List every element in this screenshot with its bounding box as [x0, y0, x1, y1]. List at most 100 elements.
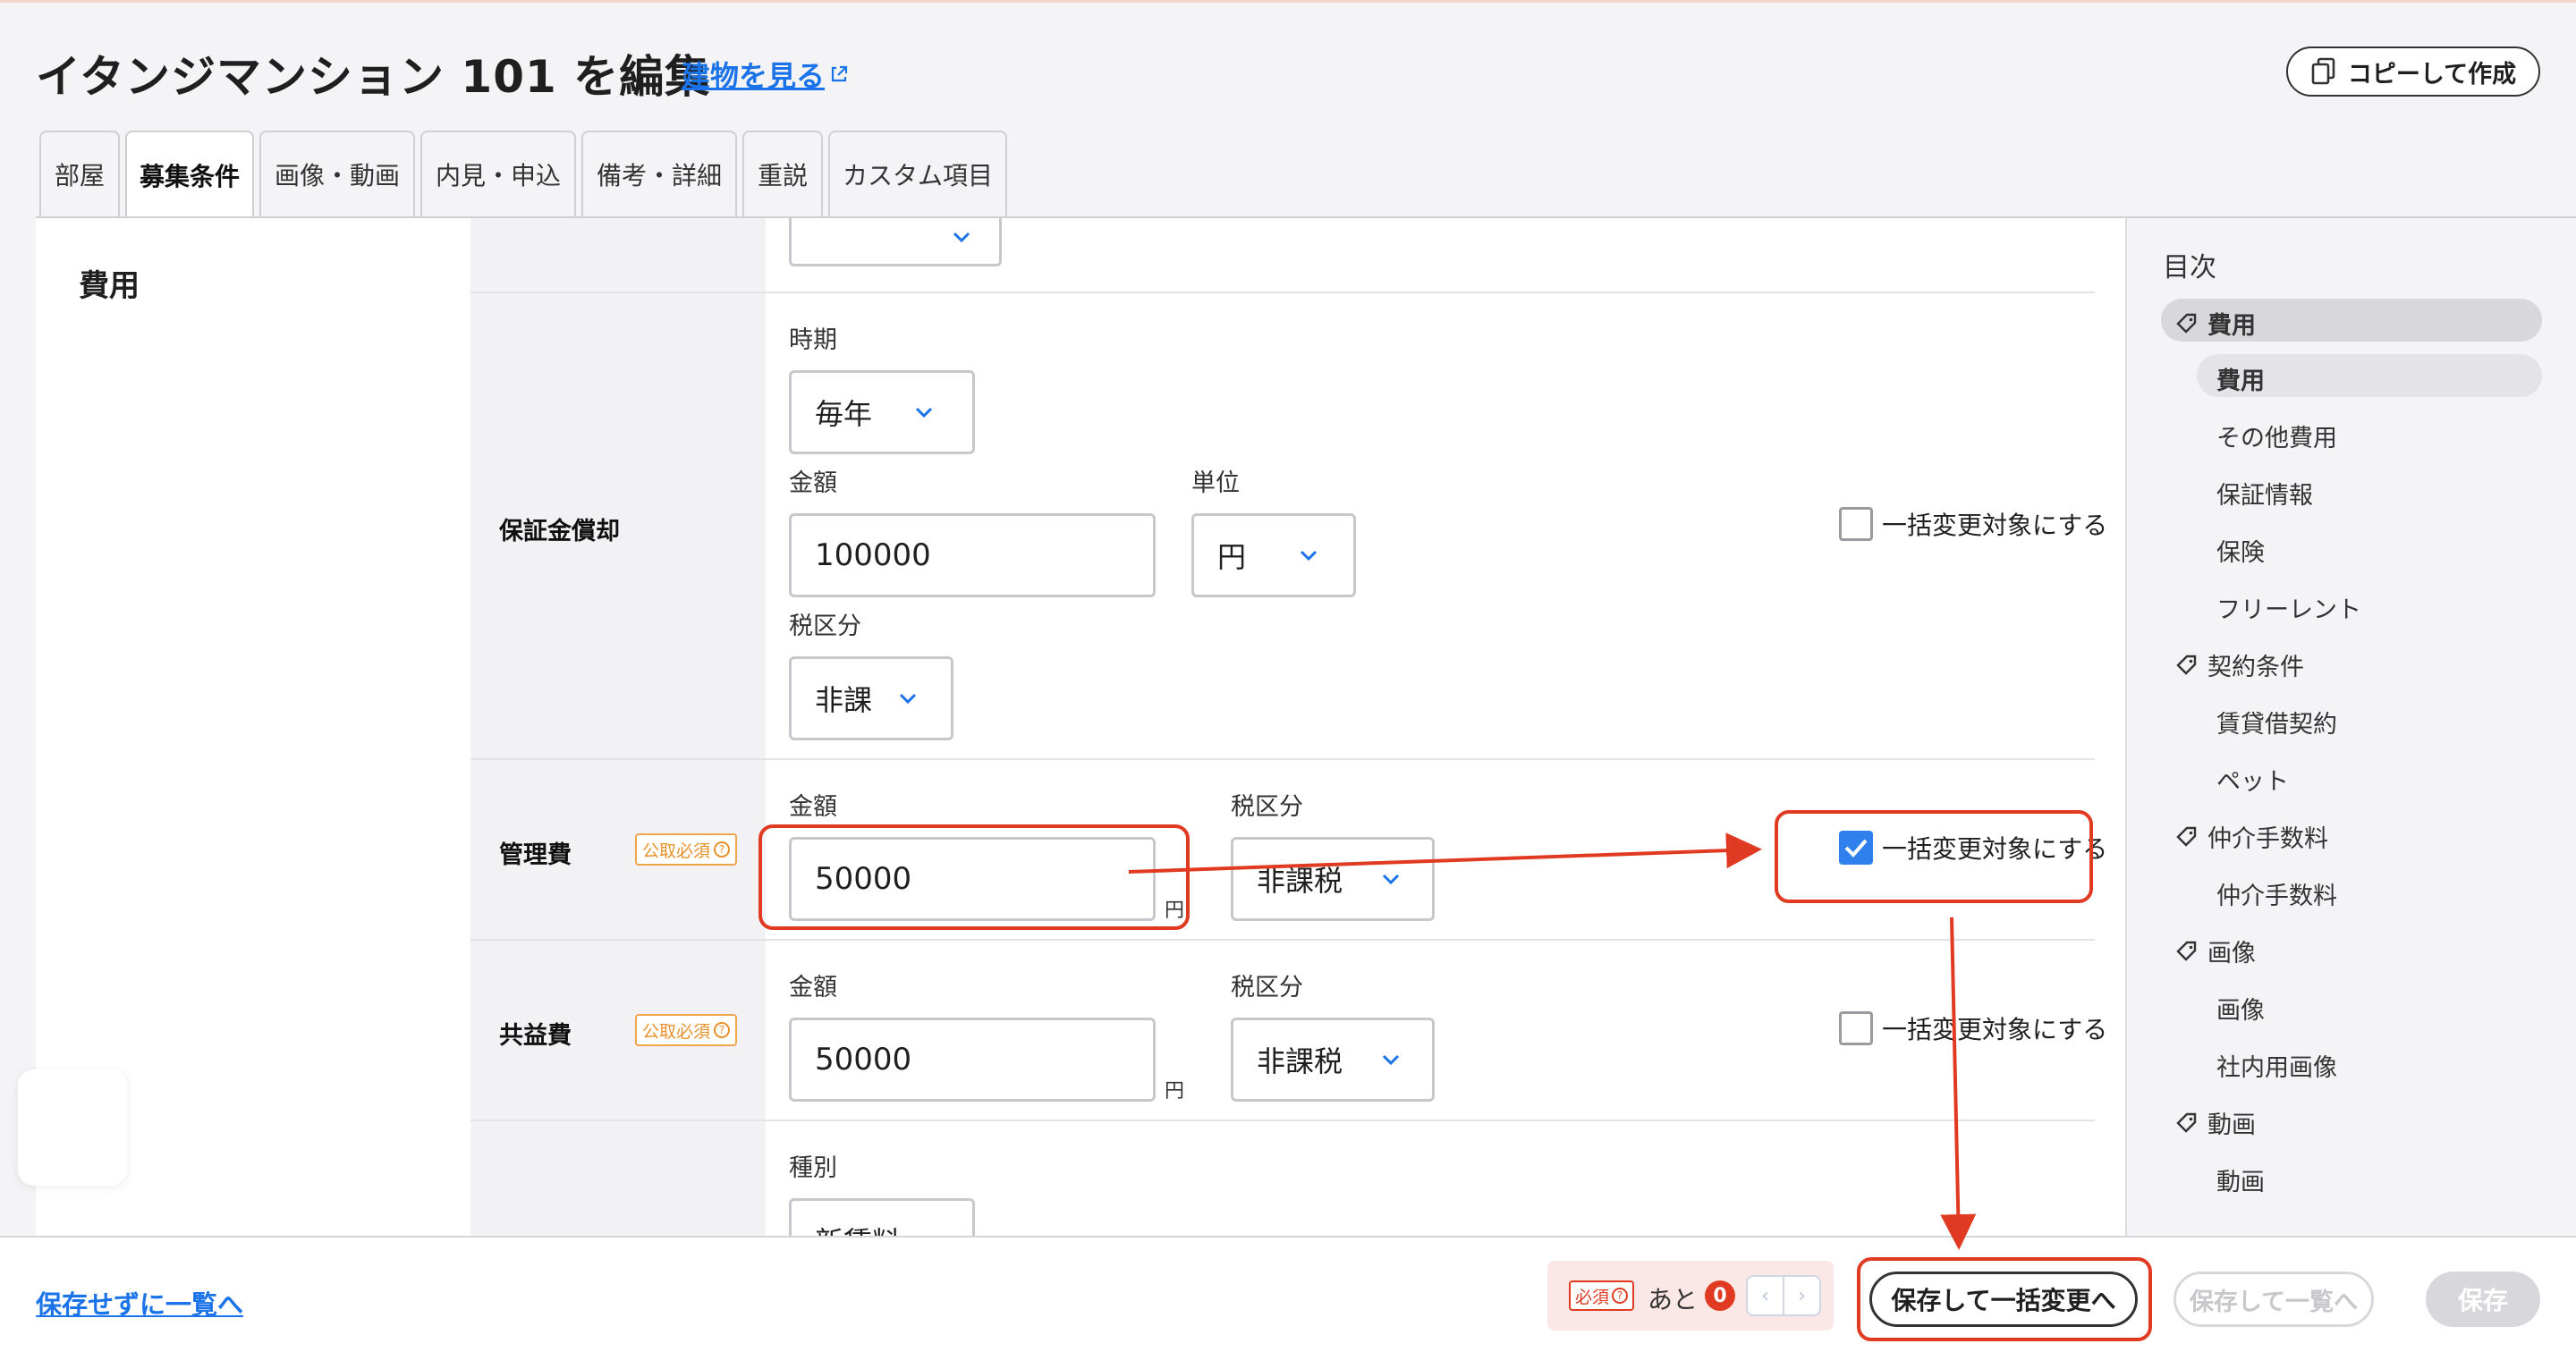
unit-select[interactable]: 円: [1191, 513, 1356, 597]
tag-icon: [2176, 313, 2197, 334]
chevron-down-icon: [1382, 1054, 1400, 1065]
copy-create-button[interactable]: コピーして作成: [2286, 46, 2540, 97]
required-badge: 必須 ?: [1569, 1280, 1635, 1311]
save-and-list-button[interactable]: 保存して一覧へ: [2174, 1272, 2374, 1327]
row-divider: [470, 292, 2095, 293]
common-fee-tax-value: 非課税: [1257, 1044, 1343, 1078]
help-icon[interactable]: ?: [714, 1022, 731, 1038]
toc-item-internal-images[interactable]: 社内用画像: [2216, 1048, 2337, 1083]
deposit-tax-value: 非課: [815, 683, 873, 717]
toc-item-videos[interactable]: 動画: [2216, 1162, 2265, 1197]
cut-off-select[interactable]: [789, 218, 1002, 266]
table-of-contents: 目次 費用 費用 その他費用 保証情報 保険 フリーレント 契約条件 賃貸借契約…: [2125, 216, 2576, 1236]
form-panel: 費用 保証金償却 時期 毎年 金額 100000 単位 円 税区分 非課 一括変…: [36, 216, 2125, 1236]
tab-bar: 部屋 募集条件 画像・動画 内見・申込 備考・詳細 重説 カスタム項目: [39, 131, 1007, 218]
amount-label: 金額: [789, 469, 837, 497]
period-value: 毎年: [815, 397, 873, 431]
chevron-down-icon: [915, 407, 933, 418]
bulk-label: 一括変更対象にする: [1882, 1015, 2108, 1044]
tab-images-videos[interactable]: 画像・動画: [259, 131, 415, 216]
type-select[interactable]: 新賃料: [789, 1198, 975, 1236]
required-badge: 公取必須 ?: [635, 833, 738, 866]
toc-label: 費用: [2207, 312, 2256, 340]
toc-item-brokerage[interactable]: 仲介手数料: [2216, 876, 2337, 911]
toc-item-insurance[interactable]: 保険: [2216, 533, 2265, 568]
view-building-link-label: 建物を見る: [682, 59, 826, 93]
external-link-icon: [831, 65, 848, 82]
copy-create-label: コピーして作成: [2347, 60, 2517, 89]
toc-item-other-fees[interactable]: その他費用: [2216, 418, 2337, 453]
deposit-bulk-checkbox[interactable]: 一括変更対象にする: [1839, 506, 2107, 542]
tag-icon: [2176, 655, 2197, 675]
chevron-down-icon: [1382, 874, 1400, 884]
deposit-amortization-amount-input[interactable]: 100000: [789, 513, 1156, 597]
tab-viewing-application[interactable]: 内見・申込: [420, 131, 576, 216]
deposit-tax-select[interactable]: 非課: [789, 656, 953, 740]
amount-label: 金額: [789, 974, 837, 1001]
toc-item-lease[interactable]: 賃貸借契約: [2216, 705, 2337, 739]
period-select[interactable]: 毎年: [789, 370, 975, 454]
save-button[interactable]: 保存: [2426, 1272, 2540, 1327]
required-counter: 必須 ? あと 0 ‹ ›: [1547, 1261, 1834, 1331]
common-fee-bulk-checkbox[interactable]: 一括変更対象にする: [1839, 1010, 2107, 1046]
tax-category-label: 税区分: [1231, 793, 1303, 821]
common-fee-label: 共益費: [499, 1022, 572, 1050]
tab-recruitment-conditions[interactable]: 募集条件: [125, 131, 254, 218]
toc-item-pets[interactable]: ペット: [2216, 762, 2289, 797]
unit-value: 円: [1217, 540, 1247, 574]
toc-item-images[interactable]: 画像: [2216, 991, 2265, 1026]
remaining-count: 0: [1705, 1280, 1735, 1311]
remaining-label: あと: [1648, 1285, 1699, 1314]
tab-custom-items[interactable]: カスタム項目: [828, 131, 1007, 216]
toc-item-guarantee[interactable]: 保証情報: [2216, 476, 2313, 511]
management-fee-tax-select[interactable]: 非課税: [1231, 837, 1435, 921]
toc-section-videos[interactable]: 動画: [2175, 1105, 2256, 1140]
toc-item-free-rent[interactable]: フリーレント: [2216, 590, 2361, 625]
toc-item-fees[interactable]: 費用: [2216, 361, 2265, 396]
page-header: イタンジマンション 101 を編集 建物を見る コピーして作成: [0, 0, 2576, 134]
view-building-link[interactable]: 建物を見る: [682, 54, 850, 95]
highlight-amount: [758, 824, 1190, 930]
tax-category-label: 税区分: [1231, 974, 1303, 1001]
toc-section-brokerage[interactable]: 仲介手数料: [2175, 819, 2328, 854]
required-badge-label: 必須: [1575, 1287, 1610, 1307]
tax-category-label: 税区分: [789, 613, 861, 640]
row-divider: [470, 939, 2095, 941]
prev-required-button[interactable]: ‹: [1748, 1277, 1783, 1314]
common-fee-tax-select[interactable]: 非課税: [1231, 1018, 1435, 1102]
amount-label: 金額: [789, 793, 837, 821]
help-icon[interactable]: ?: [714, 841, 731, 858]
toc-section-contract[interactable]: 契約条件: [2175, 647, 2304, 682]
highlight-checkbox: [1775, 810, 2093, 903]
next-required-button[interactable]: ›: [1783, 1277, 1819, 1314]
help-icon[interactable]: ?: [1612, 1288, 1629, 1304]
checkbox-unchecked[interactable]: [1839, 507, 1873, 541]
tag-icon: [2176, 941, 2197, 961]
chevron-down-icon: [1300, 550, 1318, 561]
unit-label: 単位: [1191, 469, 1240, 497]
tab-room[interactable]: 部屋: [39, 131, 120, 216]
section-title: 費用: [79, 268, 140, 304]
row-divider: [470, 758, 2095, 760]
period-label: 時期: [789, 326, 837, 354]
tab-important-explanation[interactable]: 重説: [742, 131, 823, 216]
tag-icon: [2176, 826, 2197, 847]
tab-notes-details[interactable]: 備考・詳細: [581, 131, 737, 216]
page-title: イタンジマンション 101 を編集: [36, 51, 711, 103]
back-to-list-link[interactable]: 保存せずに一覧へ: [36, 1284, 243, 1322]
common-fee-amount-input[interactable]: 50000: [789, 1018, 1156, 1102]
type-label: 種別: [789, 1154, 837, 1182]
toc-label: 仲介手数料: [2207, 825, 2328, 853]
floating-widget[interactable]: [18, 1069, 127, 1186]
checkbox-unchecked[interactable]: [1839, 1011, 1873, 1045]
highlight-bulk-button: [1857, 1257, 2152, 1341]
toc-label: 画像: [2207, 940, 2256, 968]
required-badge-label: 公取必須: [642, 1021, 711, 1042]
copy-icon: [2311, 57, 2335, 85]
chevron-down-icon: [953, 232, 970, 242]
toc-title: 目次: [2163, 252, 2216, 283]
toc-section-fees[interactable]: 費用: [2175, 306, 2256, 341]
management-fee-label: 管理費: [499, 841, 572, 869]
toc-section-images[interactable]: 画像: [2175, 934, 2256, 968]
toc-label: 動画: [2207, 1111, 2256, 1139]
